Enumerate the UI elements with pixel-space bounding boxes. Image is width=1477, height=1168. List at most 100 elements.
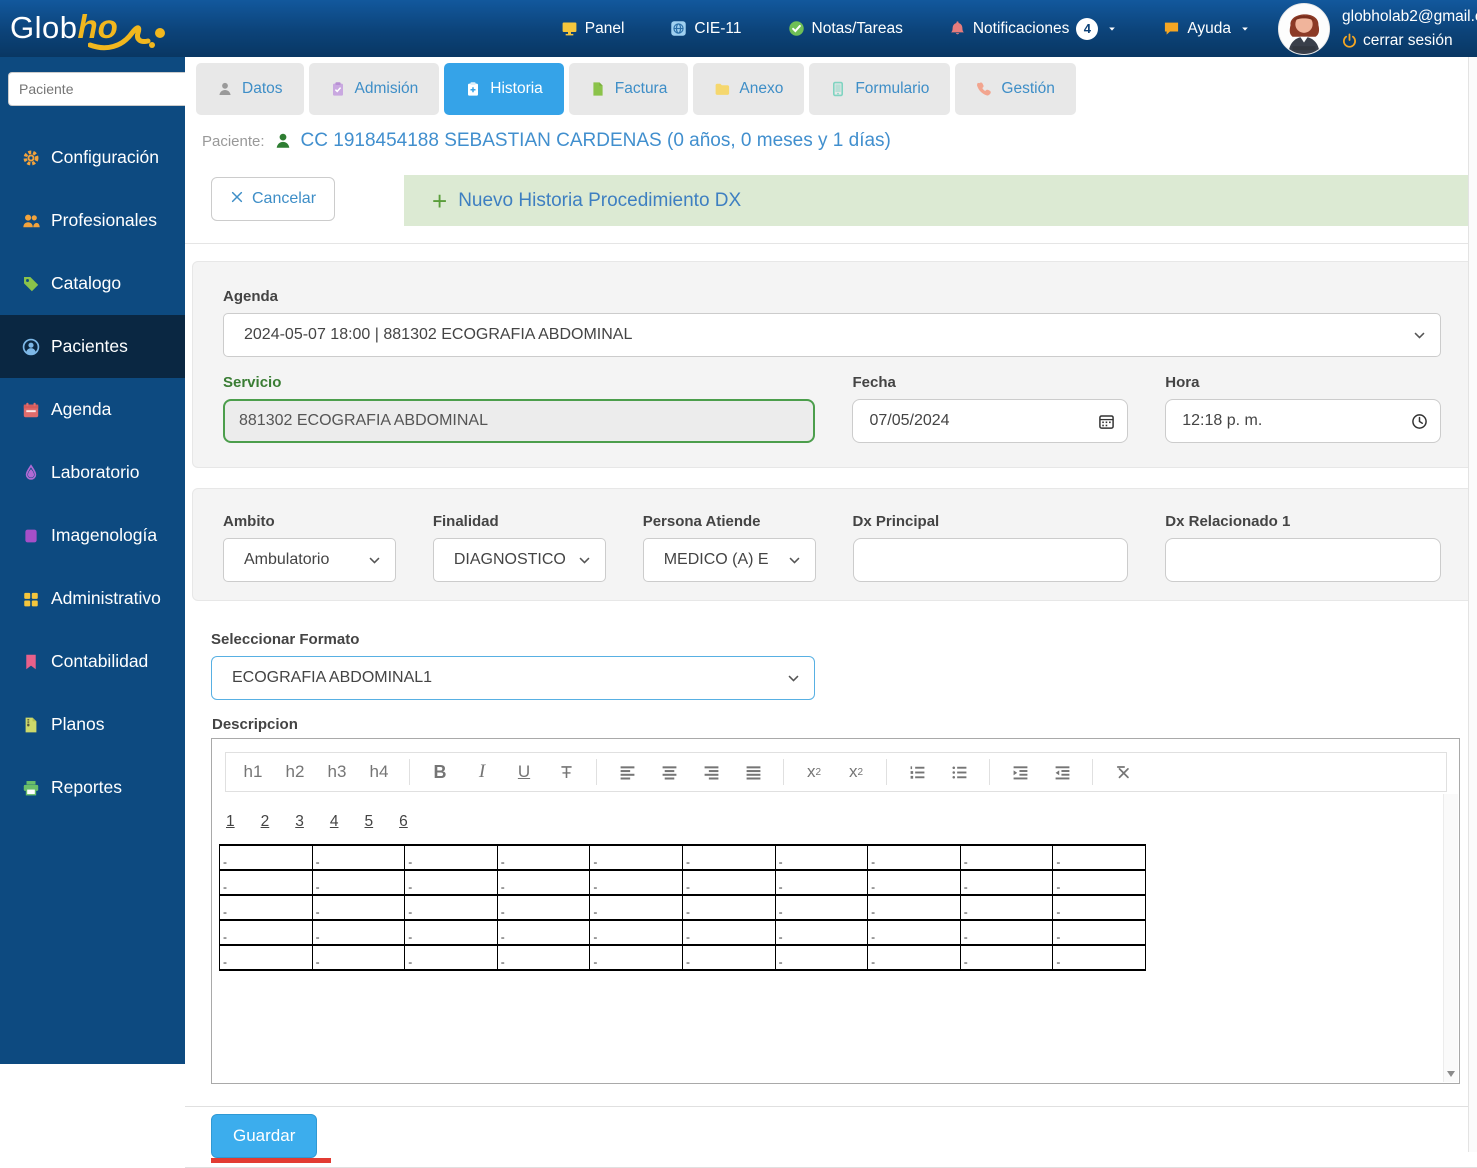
fecha-input[interactable]: 07/05/2024 [852, 399, 1129, 443]
bold-button[interactable]: B [419, 755, 461, 789]
table-cell[interactable]: - [311, 869, 406, 896]
table-cell[interactable]: - [959, 894, 1054, 921]
table-cell[interactable]: - [1052, 844, 1146, 871]
logout-button[interactable]: cerrar sesión [1342, 29, 1477, 52]
table-cell[interactable]: - [959, 869, 1054, 896]
table-cell[interactable]: - [589, 869, 683, 896]
sidebar-item-imagenologia[interactable]: Imagenología [0, 504, 185, 567]
table-cell[interactable]: - [589, 844, 683, 871]
table-cell[interactable]: - [589, 944, 683, 971]
sidebar-item-contabilidad[interactable]: Contabilidad [0, 630, 185, 693]
table-cell[interactable]: - [1052, 869, 1146, 896]
table-cell[interactable]: - [219, 844, 313, 871]
table-cell[interactable]: - [219, 919, 313, 946]
table-cell[interactable]: - [959, 919, 1054, 946]
table-cell[interactable]: - [219, 944, 313, 971]
table-cell[interactable]: - [867, 944, 961, 971]
tab-admision[interactable]: Admisión [308, 63, 440, 115]
patient-search-input[interactable] [8, 72, 210, 106]
table-cell[interactable]: - [1052, 919, 1146, 946]
table-cell[interactable]: - [311, 844, 406, 871]
sidebar-item-reportes[interactable]: Reportes [0, 756, 185, 819]
sidebar-item-agenda[interactable]: Agenda [0, 378, 185, 441]
table-cell[interactable]: - [774, 919, 869, 946]
table-cell[interactable]: - [681, 844, 776, 871]
outdent-button[interactable] [1041, 755, 1083, 789]
persona-atiende-select[interactable]: MEDICO (A) E [642, 538, 816, 582]
table-cell[interactable]: - [496, 844, 591, 871]
editor-link-4[interactable]: 4 [330, 813, 339, 831]
tab-factura[interactable]: Factura [568, 63, 689, 115]
nav-item-cie11[interactable]: CIE-11 [670, 20, 742, 38]
sidebar-item-laboratorio[interactable]: Laboratorio [0, 441, 185, 504]
table-cell[interactable]: - [219, 894, 313, 921]
table-cell[interactable]: - [681, 869, 776, 896]
app-logo[interactable]: Glob ho [10, 3, 200, 55]
tab-formulario[interactable]: Formulario [809, 63, 951, 115]
table-cell[interactable]: - [219, 869, 313, 896]
table-cell[interactable]: - [311, 944, 406, 971]
table-cell[interactable]: - [404, 869, 498, 896]
editor-link-2[interactable]: 2 [261, 813, 270, 831]
table-cell[interactable]: - [774, 894, 869, 921]
table-cell[interactable]: - [774, 944, 869, 971]
tab-anexo[interactable]: Anexo [693, 63, 805, 115]
dx-relacionado-input[interactable] [1165, 538, 1442, 582]
table-cell[interactable]: - [496, 944, 591, 971]
h1-button[interactable]: h1 [232, 755, 274, 789]
table-cell[interactable]: - [681, 919, 776, 946]
table-cell[interactable]: - [404, 944, 498, 971]
table-cell[interactable]: - [959, 844, 1054, 871]
subscript-button[interactable]: x2 [793, 755, 835, 789]
tab-gestion[interactable]: Gestión [955, 63, 1076, 115]
table-cell[interactable]: - [404, 894, 498, 921]
align-right-button[interactable] [690, 755, 732, 789]
table-cell[interactable]: - [1052, 894, 1146, 921]
h3-button[interactable]: h3 [316, 755, 358, 789]
hora-input[interactable]: 12:18 p. m. [1165, 399, 1442, 443]
sidebar-item-pacientes[interactable]: Pacientes [0, 315, 185, 378]
nav-item-panel[interactable]: Panel [561, 20, 624, 38]
ordered-list-button[interactable] [896, 755, 938, 789]
align-left-button[interactable] [606, 755, 648, 789]
table-cell[interactable]: - [311, 919, 406, 946]
table-cell[interactable]: - [404, 844, 498, 871]
table-cell[interactable]: - [311, 894, 406, 921]
table-cell[interactable]: - [496, 869, 591, 896]
save-button[interactable]: Guardar [211, 1114, 318, 1158]
dx-principal-input[interactable] [852, 538, 1129, 582]
h4-button[interactable]: h4 [358, 755, 400, 789]
formato-select[interactable]: ECOGRAFIA ABDOMINAL1 [211, 656, 815, 700]
agenda-select[interactable]: 2024-05-07 18:00 | 881302 ECOGRAFIA ABDO… [223, 313, 1441, 357]
clear-format-button[interactable] [1102, 755, 1144, 789]
tab-datos[interactable]: Datos [196, 63, 304, 115]
editor-link-3[interactable]: 3 [295, 813, 304, 831]
user-avatar[interactable] [1278, 2, 1330, 55]
superscript-button[interactable]: x2 [835, 755, 877, 789]
sidebar-item-planos[interactable]: Planos [0, 693, 185, 756]
align-justify-button[interactable] [732, 755, 774, 789]
underline-button[interactable]: U [503, 755, 545, 789]
table-cell[interactable]: - [774, 844, 869, 871]
tab-historia[interactable]: Historia [444, 63, 564, 115]
table-cell[interactable]: - [681, 944, 776, 971]
table-cell[interactable]: - [589, 894, 683, 921]
cancel-button[interactable]: Cancelar [211, 177, 336, 221]
table-cell[interactable]: - [867, 869, 961, 896]
editor-scrollbar[interactable] [1443, 794, 1458, 1082]
sidebar-item-administrativo[interactable]: Administrativo [0, 567, 185, 630]
new-history-banner[interactable]: + Nuevo Historia Procedimiento DX [404, 175, 1477, 226]
finalidad-select[interactable]: DIAGNOSTICO [432, 538, 606, 582]
ambito-select[interactable]: Ambulatorio [223, 538, 396, 582]
table-cell[interactable]: - [681, 894, 776, 921]
indent-button[interactable] [999, 755, 1041, 789]
sidebar-item-catalogo[interactable]: Catalogo [0, 252, 185, 315]
unordered-list-button[interactable] [938, 755, 980, 789]
italic-button[interactable]: I [461, 755, 503, 789]
table-cell[interactable]: - [404, 919, 498, 946]
page-scrollbar[interactable] [1468, 57, 1477, 1152]
sidebar-item-configuracion[interactable]: Configuración [0, 126, 185, 189]
table-cell[interactable]: - [959, 944, 1054, 971]
nav-item-notificaciones[interactable]: Notificaciones 4 [949, 17, 1118, 40]
sidebar-item-profesionales[interactable]: Profesionales [0, 189, 185, 252]
